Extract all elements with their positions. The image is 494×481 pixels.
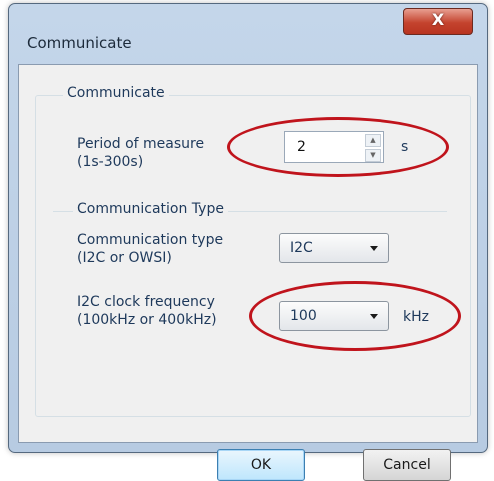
comm-type-label-line1: Communication type <box>77 232 224 248</box>
clock-label: I2C clock frequency (100kHz or 400kHz) <box>77 293 217 329</box>
title-bar[interactable]: Communicate X <box>9 4 487 64</box>
comm-type-label: Communication type (I2C or OWSI) <box>77 231 223 267</box>
close-button[interactable]: X <box>403 8 473 35</box>
highlight-ellipse-period <box>227 117 449 177</box>
ok-button[interactable]: OK <box>217 449 305 481</box>
communicate-dialog: Communicate X Communicate Period of meas… <box>8 3 488 481</box>
clock-label-line2: (100kHz or 400kHz) <box>77 312 217 328</box>
communication-type-group-label: Communication Type <box>73 201 228 217</box>
close-icon: X <box>431 10 445 29</box>
window-title: Communicate <box>27 34 132 52</box>
comm-type-label-line2: (I2C or OWSI) <box>77 250 172 266</box>
comm-type-select[interactable]: I2C <box>279 233 389 263</box>
communicate-group-label: Communicate <box>63 85 169 101</box>
comm-type-value: I2C <box>290 240 313 256</box>
period-label: Period of measure (1s-300s) <box>77 135 204 171</box>
period-label-line1: Period of measure <box>77 136 205 152</box>
cancel-button[interactable]: Cancel <box>363 449 451 481</box>
dialog-client-area: Communicate Period of measure (1s-300s) … <box>18 64 478 481</box>
period-label-line2: (1s-300s) <box>77 154 144 170</box>
highlight-ellipse-clock <box>249 281 461 351</box>
clock-label-line1: I2C clock frequency <box>77 294 215 310</box>
chevron-down-icon <box>370 246 378 251</box>
